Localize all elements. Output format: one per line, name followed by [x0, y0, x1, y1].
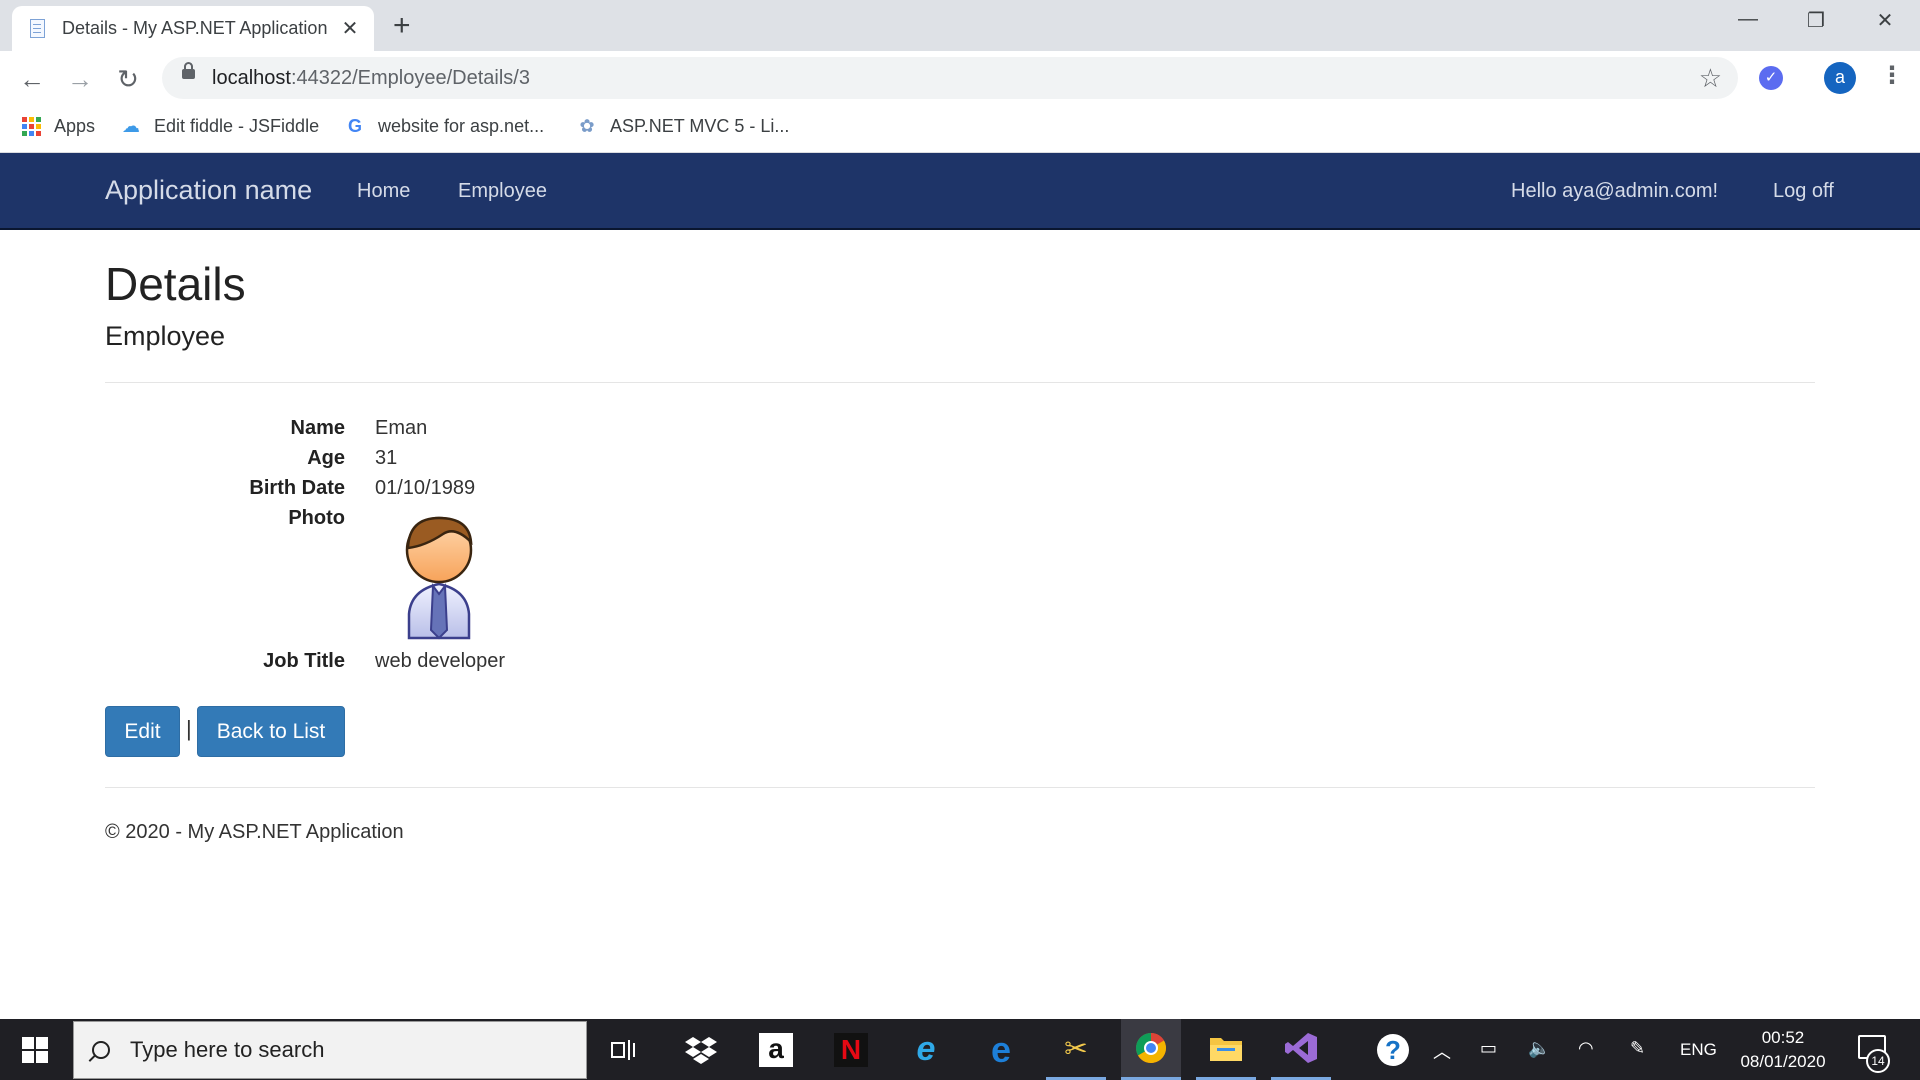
url-text[interactable]: localhost:44322/Employee/Details/3: [212, 67, 530, 90]
field-value-birth-date: 01/10/1989: [375, 477, 476, 499]
battery-icon[interactable]: ▭: [1480, 1038, 1497, 1059]
amazon-icon[interactable]: a: [746, 1019, 806, 1080]
close-tab-icon[interactable]: ✕: [340, 16, 360, 41]
field-label-photo: Photo: [288, 507, 345, 529]
menu-dots-icon[interactable]: ⋮: [1880, 61, 1904, 90]
bookmark-jsfiddle[interactable]: ☁ Edit fiddle - JSFiddle: [120, 115, 319, 137]
file-explorer-icon[interactable]: [1196, 1019, 1256, 1080]
pen-icon[interactable]: ✎: [1630, 1038, 1645, 1059]
page-favicon-icon: [28, 18, 48, 40]
browser-tab[interactable]: Details - My ASP.NET Application ✕: [12, 6, 374, 51]
restore-icon[interactable]: ❐: [1796, 8, 1836, 33]
profile-avatar[interactable]: a: [1824, 62, 1856, 94]
field-label-age: Age: [307, 447, 345, 469]
page-title: Details: [105, 258, 246, 310]
footer-divider: [105, 787, 1815, 788]
language-indicator[interactable]: ENG: [1680, 1040, 1717, 1060]
field-value-age: 31: [375, 447, 398, 469]
jsfiddle-cloud-icon: ☁: [122, 115, 140, 136]
new-tab-icon[interactable]: +: [393, 9, 411, 43]
clock-date: 08/01/2020: [1740, 1052, 1826, 1071]
search-icon: [92, 1041, 110, 1059]
navbar-brand[interactable]: Application name: [105, 175, 312, 206]
volume-icon[interactable]: 🔈: [1528, 1038, 1550, 1059]
taskbar-search-input[interactable]: [128, 1036, 552, 1064]
site-navbar: Application name Home Employee Hello aya…: [0, 153, 1920, 230]
help-icon[interactable]: ?: [1363, 1019, 1423, 1080]
field-label-name: Name: [290, 417, 345, 439]
action-separator: |: [186, 716, 192, 741]
bookmark-aspnet[interactable]: ✿ ASP.NET MVC 5 - Li...: [576, 115, 789, 137]
content-divider: [105, 382, 1815, 383]
businessman-avatar-icon: [405, 516, 473, 640]
field-value-name: Eman: [375, 417, 428, 439]
minimize-icon[interactable]: —: [1728, 8, 1768, 31]
tray-expand-icon[interactable]: ︿: [1433, 1038, 1451, 1064]
windows-start-icon[interactable]: [22, 1037, 48, 1063]
notification-count-badge: 14: [1866, 1049, 1890, 1073]
apps-grid-icon: [20, 115, 42, 137]
nav-link-employee[interactable]: Employee: [458, 180, 547, 203]
browser-toolbar: ← → ↻ localhost:44322/Employee/Details/3…: [0, 51, 1920, 107]
task-view-icon[interactable]: [594, 1019, 654, 1080]
visual-studio-icon[interactable]: [1271, 1019, 1331, 1080]
browser-tab-strip: Details - My ASP.NET Application ✕ + — ❐…: [0, 0, 1920, 51]
back-icon[interactable]: ←: [14, 61, 50, 97]
bookmark-apps[interactable]: Apps: [20, 115, 95, 137]
snipping-tool-icon[interactable]: ✂: [1046, 1019, 1106, 1080]
extension-check-icon[interactable]: ✓: [1759, 66, 1783, 90]
field-label-birth-date: Birth Date: [249, 477, 345, 499]
taskbar-clock[interactable]: 00:52 08/01/2020: [1733, 1026, 1833, 1074]
edge-icon[interactable]: e: [971, 1019, 1031, 1080]
bookmarks-bar: Apps ☁ Edit fiddle - JSFiddle G website …: [0, 107, 1920, 153]
windows-taskbar: a N e e ✂ ? ︿ ▭ 🔈 ◠ ✎ ENG 00:52 08/01/20…: [0, 1019, 1920, 1080]
forward-icon[interactable]: →: [62, 61, 98, 97]
field-label-job-title: Job Title: [263, 650, 345, 672]
netflix-icon[interactable]: N: [821, 1019, 881, 1080]
wifi-icon[interactable]: ◠: [1578, 1038, 1594, 1059]
tab-title: Details - My ASP.NET Application: [62, 18, 328, 38]
back-to-list-button[interactable]: Back to List: [197, 706, 345, 757]
chrome-icon[interactable]: [1121, 1019, 1181, 1080]
aspnet-site-icon: ✿: [579, 115, 595, 136]
field-value-job-title: web developer: [375, 650, 506, 672]
close-window-icon[interactable]: ✕: [1865, 8, 1905, 33]
internet-explorer-icon[interactable]: e: [896, 1019, 956, 1080]
edit-button[interactable]: Edit: [105, 706, 180, 757]
clock-time: 00:52: [1761, 1028, 1805, 1047]
address-bar[interactable]: localhost:44322/Employee/Details/3 ☆: [162, 57, 1738, 99]
page-footer: © 2020 - My ASP.NET Application: [105, 821, 404, 843]
reload-icon[interactable]: ↻: [110, 61, 146, 97]
nav-link-home[interactable]: Home: [357, 180, 410, 203]
google-g-icon: G: [347, 115, 362, 136]
dropbox-icon[interactable]: [671, 1019, 731, 1080]
nav-greeting-link[interactable]: Hello aya@admin.com!: [1511, 180, 1718, 203]
bookmark-star-icon[interactable]: ☆: [1699, 63, 1722, 94]
taskbar-search-box[interactable]: [73, 1021, 587, 1079]
bookmark-google-search[interactable]: G website for asp.net...: [344, 115, 544, 137]
page-subtitle: Employee: [105, 321, 226, 351]
nav-logoff-link[interactable]: Log off: [1773, 180, 1834, 203]
lock-icon: [182, 62, 195, 79]
